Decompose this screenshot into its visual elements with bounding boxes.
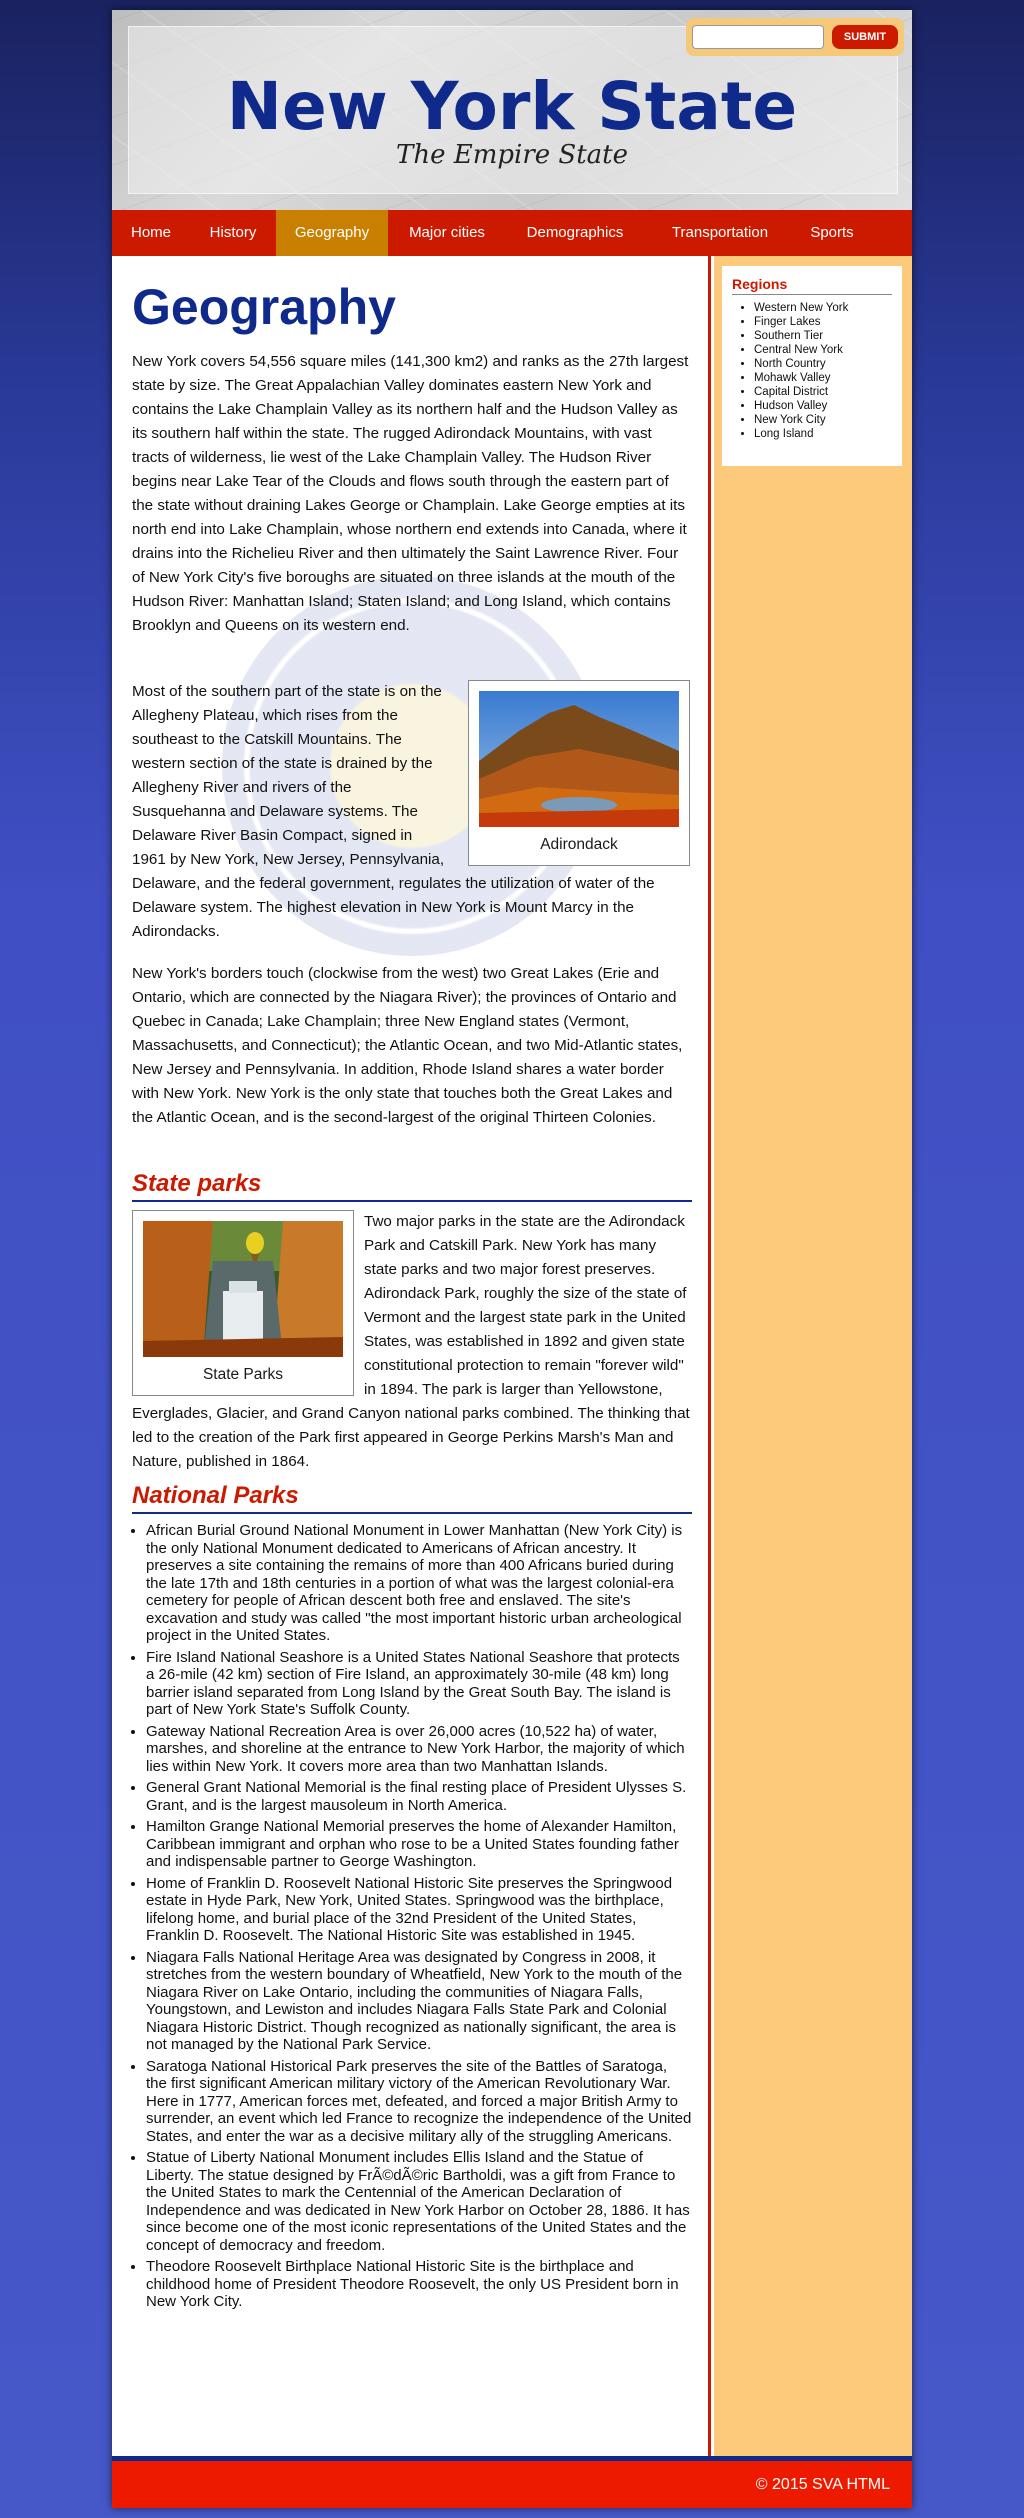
nav-geography[interactable]: Geography (276, 210, 388, 256)
region-item: Southern Tier (754, 329, 892, 343)
regions-box: Regions Western New York Finger Lakes So… (722, 266, 902, 466)
region-item: Capital District (754, 385, 892, 399)
nav-sports[interactable]: Sports (796, 210, 868, 256)
main-content: Geography New York covers 54,556 square … (112, 256, 711, 2456)
region-item: Long Island (754, 427, 892, 441)
nav-home[interactable]: Home (112, 210, 190, 256)
list-item: Hamilton Grange National Memorial preser… (146, 1818, 692, 1871)
list-item: General Grant National Memorial is the f… (146, 1779, 692, 1814)
site-footer: © 2015 SVA HTML (112, 2456, 912, 2508)
paragraph-borders: New York's borders touch (clockwise from… (132, 965, 683, 1126)
section-title-national-parks: National Parks (132, 1482, 692, 1514)
region-item: North Country (754, 357, 892, 371)
site-title: New York State (226, 68, 798, 145)
main-nav: Home History Geography Major cities Demo… (112, 210, 912, 256)
sidebar: Regions Western New York Finger Lakes So… (714, 256, 912, 2456)
nav-demographics[interactable]: Demographics (506, 210, 644, 256)
site-header: New York State The Empire State SUBMIT (112, 10, 912, 210)
figure-float-spacer (446, 680, 692, 872)
region-item: New York City (754, 413, 892, 427)
footer-copyright: © 2015 SVA HTML (755, 2476, 890, 2493)
section-title-state-parks: State parks (132, 1170, 692, 1202)
search-form: SUBMIT (686, 18, 904, 56)
region-item: Central New York (754, 343, 892, 357)
list-item: Statue of Liberty National Monument incl… (146, 2149, 692, 2254)
region-item: Finger Lakes (754, 315, 892, 329)
list-item: African Burial Ground National Monument … (146, 1522, 692, 1645)
nav-history[interactable]: History (190, 210, 276, 256)
list-item: Niagara Falls National Heritage Area was… (146, 1949, 692, 2054)
list-item: Theodore Roosevelt Birthplace National H… (146, 2258, 692, 2311)
nav-major-cities[interactable]: Major cities (388, 210, 506, 256)
figure-float-spacer-left (132, 1210, 364, 1402)
page-title: Geography (132, 279, 396, 335)
paragraph-allegheny: Most of the southern part of the state i… (132, 680, 692, 944)
list-item: Gateway National Recreation Area is over… (146, 1723, 692, 1776)
region-item: Western New York (754, 301, 892, 315)
regions-list: Western New York Finger Lakes Southern T… (732, 301, 892, 441)
list-item: Home of Franklin D. Roosevelt National H… (146, 1875, 692, 1945)
paragraph-state-parks: Two major parks in the state are the Adi… (132, 1210, 692, 1474)
region-item: Mohawk Valley (754, 371, 892, 385)
list-item: Saratoga National Historical Park preser… (146, 2058, 692, 2146)
list-item: Fire Island National Seashore is a Unite… (146, 1649, 692, 1719)
region-item: Hudson Valley (754, 399, 892, 413)
national-parks-list: African Burial Ground National Monument … (132, 1522, 692, 2315)
submit-button[interactable]: SUBMIT (832, 25, 898, 49)
site-tagline: The Empire State (395, 140, 628, 170)
regions-title: Regions (732, 276, 892, 295)
page-container: New York State The Empire State SUBMIT H… (112, 10, 912, 2508)
search-input[interactable] (692, 25, 824, 49)
paragraph-overview: New York covers 54,556 square miles (141… (132, 353, 689, 634)
nav-transportation[interactable]: Transportation (644, 210, 796, 256)
